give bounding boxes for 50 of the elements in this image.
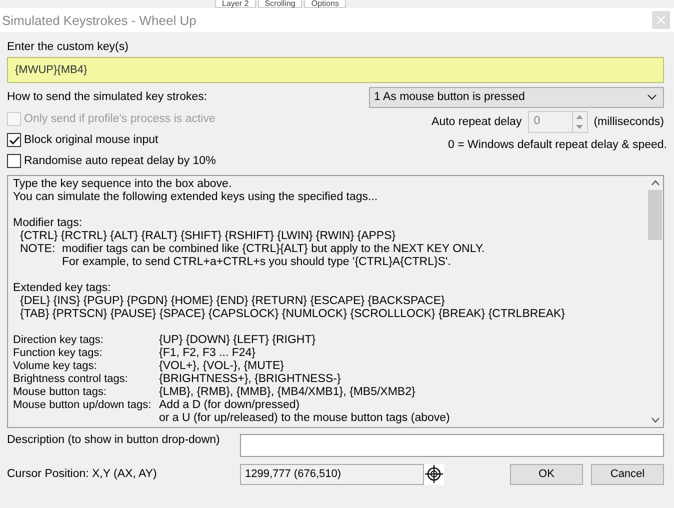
help-line: For example, to send CTRL+a+CTRL+s you should type '{CTRL}A{CTRL}S'. <box>62 256 451 269</box>
tag-group-label: Mouse button up/down tags: <box>13 399 152 411</box>
scrollbar-thumb[interactable] <box>648 190 662 240</box>
dialog-button[interactable]: Cancel <box>591 464 664 484</box>
help-line: {UP} {DOWN} {LEFT} {RIGHT} <box>159 334 316 347</box>
close-icon <box>656 15 666 25</box>
repeat-note: 0 = Windows default repeat delay & speed. <box>448 139 667 151</box>
note-label: NOTE: <box>20 243 56 255</box>
unit-label: (milliseconds) <box>594 116 664 128</box>
help-line: You can simulate the following extended keys using the specified tags... <box>13 191 378 204</box>
scroll-up-icon <box>650 180 660 186</box>
help-line: {LMB}, {RMB}, {MMB}, {MB4/XMB1}, {MB5/XMB2} <box>159 386 416 399</box>
chevron-down-icon <box>647 94 657 100</box>
help-line: {TAB} {PRTSCN} {PAUSE} {SPACE} {CAPSLOCK} {NUMLOCK} {SCROLLLOCK} {BREAK} {CTRLBREAK} <box>20 308 566 321</box>
checkmark-icon <box>8 136 20 144</box>
tag-group-label: Direction key tags: <box>13 334 104 346</box>
help-line: modifier tags can be combined like {CTRL}{ALT} but apply to the NEXT KEY ONLY. <box>62 243 485 256</box>
crosshair-icon <box>425 465 443 483</box>
up-arrow-icon <box>576 115 584 119</box>
help-line: {DEL} {INS} {PGUP} {PGDN} {HOME} {END} {RETURN} {ESCAPE} {BACKSPACE} <box>20 295 445 308</box>
tag-group-label: Mouse button tags: <box>13 386 107 398</box>
close-button[interactable] <box>652 11 670 29</box>
send-mode-dropdown[interactable]: 1 As mouse button is pressed <box>369 86 664 108</box>
auto-repeat-label: Auto repeat delay <box>432 116 522 128</box>
window-title: Simulated Keystrokes - Wheel Up <box>2 12 198 28</box>
option-checkbox[interactable]: Block original mouse input <box>7 132 216 148</box>
help-line: {F1, F2, F3 ... F24} <box>159 347 256 360</box>
help-line: or a U (for up/released) to the mouse button tags (above) <box>159 412 450 425</box>
help-line: {CTRL} {RCTRL} {ALT} {RALT} {SHIFT} {RSHIFT} {LWIN} {RWIN} {APPS} <box>20 230 396 243</box>
custom-key-label: Enter the custom key(s) <box>7 41 130 53</box>
tag-group-label: Brightness control tags: <box>13 373 128 385</box>
description-label: Description (to show in button drop-down) <box>7 434 221 446</box>
help-line: Type the key sequence into the box above. <box>13 178 232 191</box>
option-checkbox[interactable]: Randomise auto repeat delay by 10% <box>7 153 216 169</box>
tag-group-label: Function key tags: <box>13 347 102 359</box>
help-line: Add a D (for down/pressed) <box>159 399 300 412</box>
crosshair-button[interactable] <box>424 464 444 484</box>
dialog-button[interactable]: OK <box>510 464 583 484</box>
help-line: {VOL+}, {VOL-}, {MUTE} <box>159 360 284 373</box>
scroll-down-icon <box>650 417 660 423</box>
cursor-position-field[interactable]: 1299,777 (676,510) <box>240 464 424 484</box>
help-line: Modifier tags: <box>13 217 82 230</box>
down-arrow-icon <box>576 125 584 129</box>
custom-key-field[interactable]: {MWUP}{MB4} <box>7 57 664 83</box>
cursor-position-label: Cursor Position: X,Y (AX, AY) <box>7 468 158 480</box>
help-line: {BRIGHTNESS+}, {BRIGHTNESS-} <box>159 373 341 386</box>
description-field[interactable] <box>240 434 664 457</box>
tag-group-label: Volume key tags: <box>13 360 97 372</box>
send-mode-label: How to send the simulated key strokes: <box>7 91 208 103</box>
help-line: Extended key tags: <box>13 282 111 295</box>
